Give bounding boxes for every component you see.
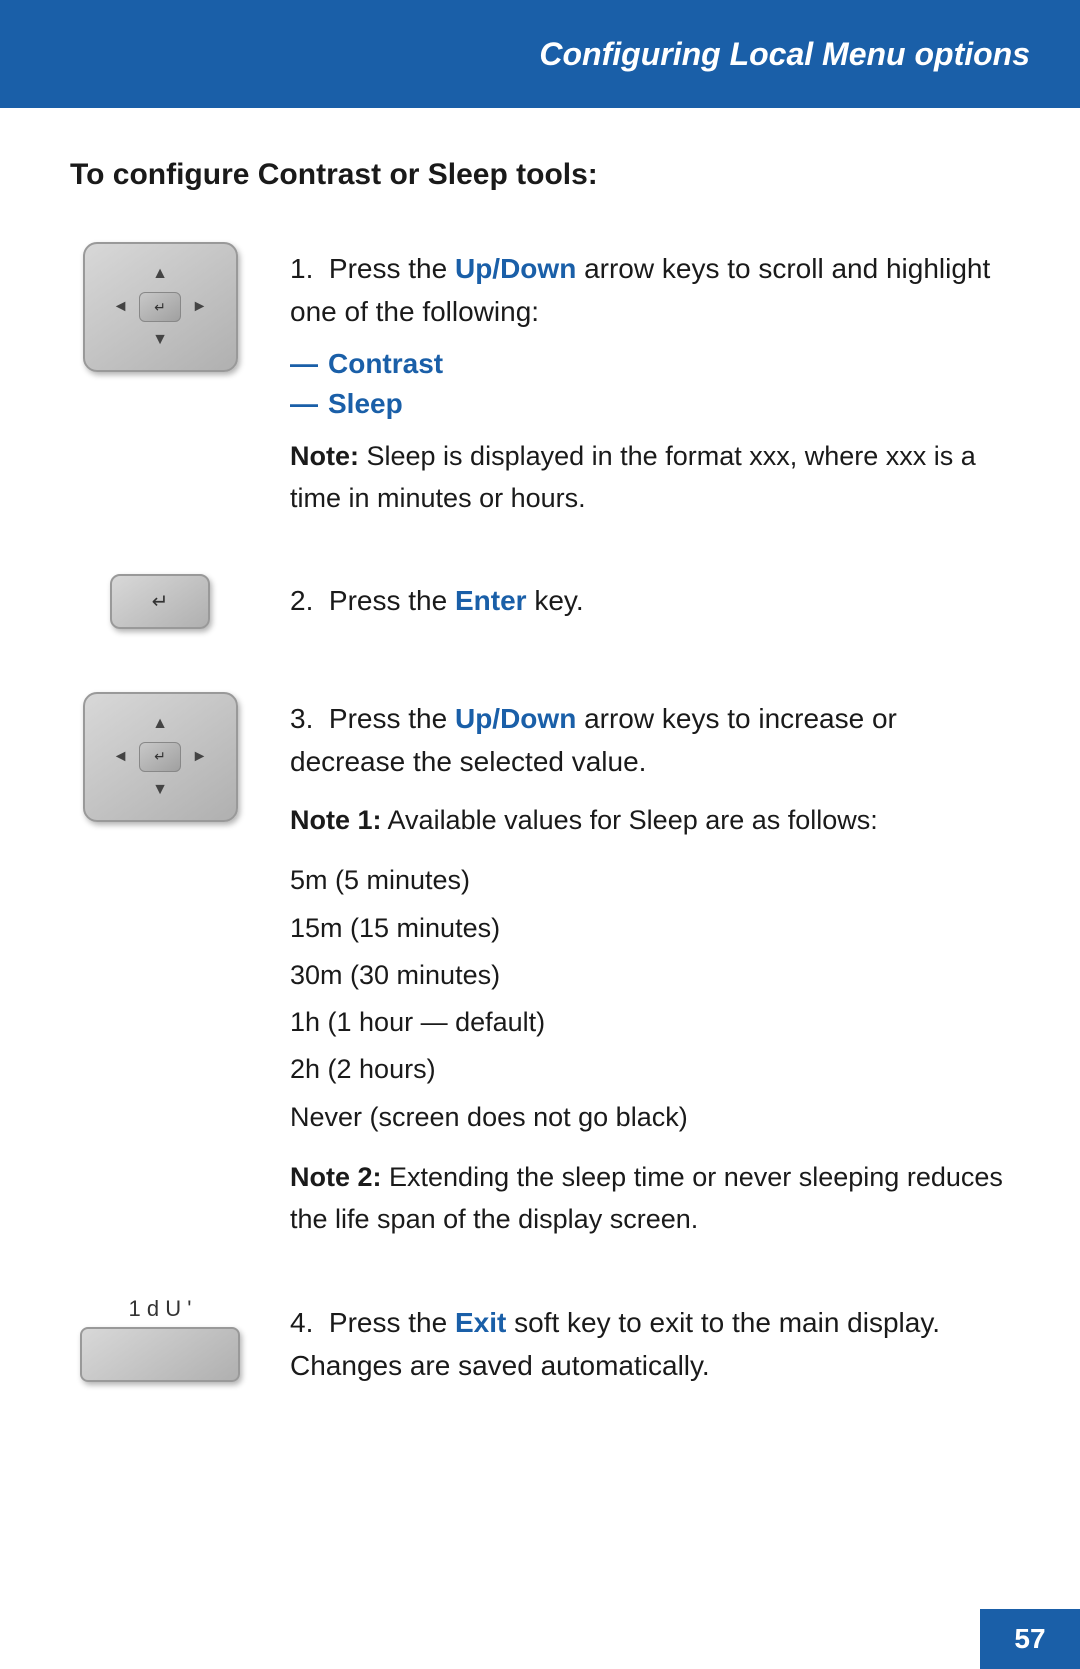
enter-key: ↵ bbox=[110, 574, 210, 629]
step-1-row: ▲ ◄ ↵ ► ▼ 1. Press the Up/Down arrow ke bbox=[70, 242, 1010, 519]
note-1-bold: Note: bbox=[290, 441, 359, 471]
step-3-row: ▲ ◄ ↵ ► ▼ 3. Press the Up/Down arrow key… bbox=[70, 692, 1010, 1241]
header-title: Configuring Local Menu options bbox=[539, 36, 1030, 73]
step-2-row: ↵ 2. Press the Enter key. bbox=[70, 574, 1010, 636]
step-2-text: 2. Press the Enter key. bbox=[290, 579, 1010, 622]
right-arrow-icon: ► bbox=[192, 299, 208, 315]
sleep-label: Sleep bbox=[328, 388, 403, 420]
step-4-exit: Exit bbox=[455, 1307, 506, 1338]
step-3-note1: Note 1: Available values for Sleep are a… bbox=[290, 800, 1010, 842]
down-arrow-icon-2: ▼ bbox=[152, 782, 168, 798]
step-2-enter: Enter bbox=[455, 585, 527, 616]
main-content: To configure Contrast or Sleep tools: ▲ … bbox=[0, 108, 1080, 1536]
note-1-text: Sleep is displayed in the format xxx, wh… bbox=[290, 441, 976, 513]
up-arrow-icon: ▲ bbox=[152, 266, 168, 282]
soft-key bbox=[80, 1327, 240, 1382]
step-3-note2: Note 2: Extending the sleep time or neve… bbox=[290, 1157, 1010, 1241]
sleep-values-list: 5m (5 minutes) 15m (15 minutes) 30m (30 … bbox=[290, 857, 1010, 1141]
page-number: 57 bbox=[980, 1609, 1080, 1669]
step-4-text: 4. Press the Exit soft key to exit to th… bbox=[290, 1301, 1010, 1388]
nav-center-key-2: ↵ bbox=[139, 742, 181, 772]
nav-key-2: ▲ ◄ ↵ ► ▼ bbox=[83, 692, 238, 822]
enter-key-icon: ↵ bbox=[152, 589, 169, 614]
step-1-image: ▲ ◄ ↵ ► ▼ bbox=[70, 242, 250, 372]
step-2-text-before: Press the bbox=[329, 585, 455, 616]
step-1-number: 1. bbox=[290, 253, 329, 284]
step-3-image: ▲ ◄ ↵ ► ▼ bbox=[70, 692, 250, 822]
note-2-bold-3: Note 2: bbox=[290, 1162, 382, 1192]
sleep-value-1: 5m (5 minutes) bbox=[290, 857, 1010, 904]
step-4-row: 1 d U ' 4. Press the Exit soft key to ex… bbox=[70, 1296, 1010, 1402]
contrast-dash: — bbox=[290, 348, 318, 380]
sleep-value-5: 2h (2 hours) bbox=[290, 1046, 1010, 1093]
sleep-value-4: 1h (1 hour — default) bbox=[290, 999, 1010, 1046]
step-1-content: 1. Press the Up/Down arrow keys to scrol… bbox=[290, 242, 1010, 519]
step-4-text-before: Press the bbox=[329, 1307, 455, 1338]
sleep-value-6: Never (screen does not go black) bbox=[290, 1094, 1010, 1141]
sleep-value-3: 30m (30 minutes) bbox=[290, 952, 1010, 999]
contrast-label: Contrast bbox=[328, 348, 443, 380]
step-3-text: 3. Press the Up/Down arrow keys to incre… bbox=[290, 697, 1010, 784]
step-2-image: ↵ bbox=[70, 574, 250, 629]
left-arrow-icon: ◄ bbox=[113, 299, 129, 315]
step-4-number: 4. bbox=[290, 1307, 329, 1338]
step-4-content: 4. Press the Exit soft key to exit to th… bbox=[290, 1296, 1010, 1402]
nav-key-1: ▲ ◄ ↵ ► ▼ bbox=[83, 242, 238, 372]
step-1-updown: Up/Down bbox=[455, 253, 576, 284]
nav-center-key: ↵ bbox=[139, 292, 181, 322]
step-3-text-before: Press the bbox=[329, 703, 455, 734]
step-1-note: Note: Sleep is displayed in the format x… bbox=[290, 436, 1010, 520]
step-2-text-after: key. bbox=[527, 585, 584, 616]
menu-item-sleep: — Sleep bbox=[290, 388, 1010, 420]
sleep-value-2: 15m (15 minutes) bbox=[290, 905, 1010, 952]
soft-key-label-above: 1 d U ' bbox=[129, 1296, 192, 1322]
note-1-bold-3: Note 1: bbox=[290, 805, 382, 835]
note-1-text-3: Available values for Sleep are as follow… bbox=[382, 805, 878, 835]
step-4-image: 1 d U ' bbox=[70, 1296, 250, 1382]
enter-icon-2: ↵ bbox=[154, 748, 166, 765]
enter-icon: ↵ bbox=[154, 299, 166, 316]
step-3-content: 3. Press the Up/Down arrow keys to incre… bbox=[290, 692, 1010, 1241]
header-bar: Configuring Local Menu options bbox=[0, 0, 1080, 108]
step-3-updown: Up/Down bbox=[455, 703, 576, 734]
left-arrow-icon-2: ◄ bbox=[113, 749, 129, 765]
step-1-text-before: Press the bbox=[329, 253, 455, 284]
note-2-text-3: Extending the sleep time or never sleepi… bbox=[290, 1162, 1003, 1234]
step-2-content: 2. Press the Enter key. bbox=[290, 574, 1010, 636]
section-heading: To configure Contrast or Sleep tools: bbox=[70, 158, 1010, 192]
step-1-text: 1. Press the Up/Down arrow keys to scrol… bbox=[290, 247, 1010, 334]
step-2-number: 2. bbox=[290, 585, 329, 616]
nav-key-inner-1: ▲ ◄ ↵ ► ▼ bbox=[106, 259, 215, 355]
up-arrow-icon-2: ▲ bbox=[152, 716, 168, 732]
nav-key-inner-2: ▲ ◄ ↵ ► ▼ bbox=[106, 709, 215, 805]
menu-item-contrast: — Contrast bbox=[290, 348, 1010, 380]
right-arrow-icon-2: ► bbox=[192, 749, 208, 765]
down-arrow-icon: ▼ bbox=[152, 332, 168, 348]
step-3-number: 3. bbox=[290, 703, 329, 734]
sleep-dash: — bbox=[290, 388, 318, 420]
